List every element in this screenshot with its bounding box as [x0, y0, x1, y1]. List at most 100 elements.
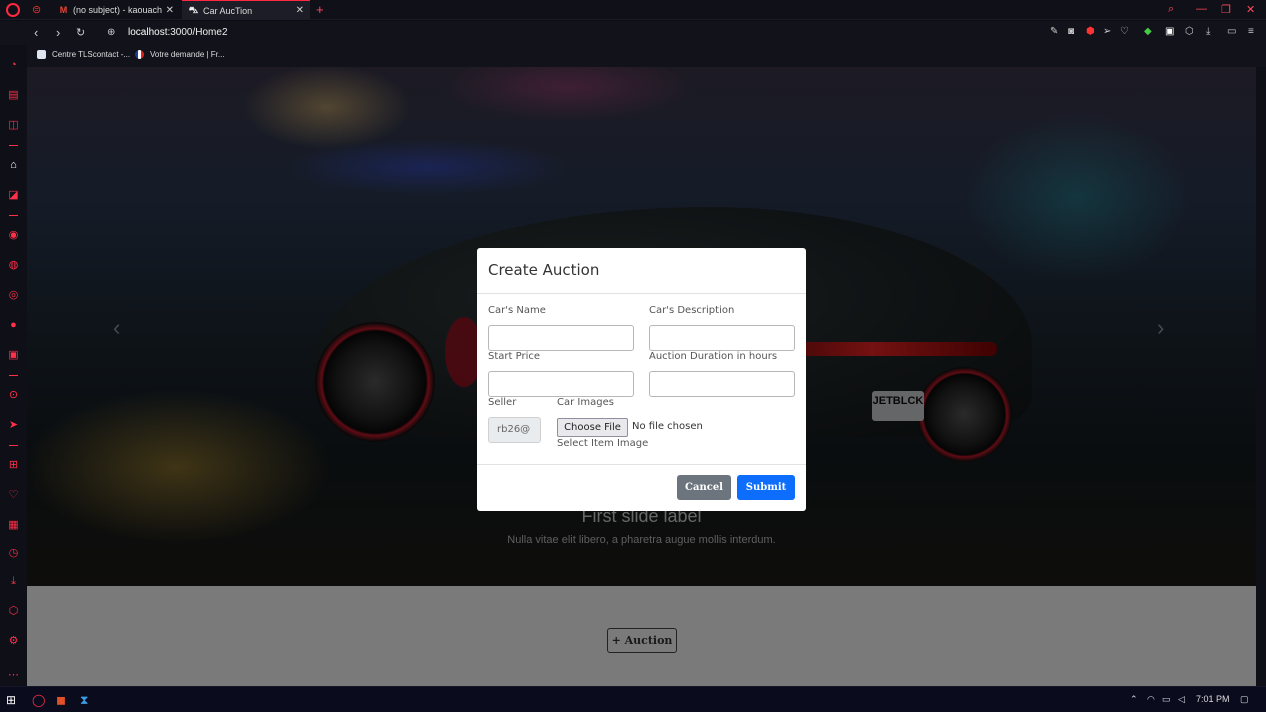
- file-status: No file chosen: [632, 421, 703, 432]
- reload-icon[interactable]: ↻: [76, 26, 85, 39]
- car-images-label: Car Images: [557, 397, 614, 408]
- bookmarks-bar: Centre TLScontact -... Votre demande | F…: [27, 45, 1266, 67]
- network-icon[interactable]: ◠: [1147, 694, 1155, 705]
- choose-file-button[interactable]: Choose File: [557, 418, 628, 437]
- shop-icon[interactable]: ▤: [7, 89, 20, 102]
- tab-title: Car AucTion: [203, 5, 253, 16]
- cube-icon[interactable]: ⬡: [1185, 26, 1194, 37]
- opera-logo-icon[interactable]: [6, 3, 20, 17]
- minimize-icon[interactable]: —: [1196, 3, 1207, 15]
- france-icon: [135, 50, 144, 59]
- car-icon: ⛍: [188, 5, 199, 15]
- car-name-label: Car's Name: [488, 305, 546, 316]
- battery-icon[interactable]: ▭: [1227, 26, 1236, 37]
- send-icon[interactable]: ➤: [7, 419, 20, 432]
- camera-icon[interactable]: ◙: [1068, 26, 1074, 37]
- tab-bar: ⊜ M (no subject) - kaouachimeh ✕ ⛍ Car A…: [0, 0, 1266, 20]
- twitter-icon[interactable]: ●: [7, 319, 20, 332]
- url-path: :3000/Home2: [167, 27, 228, 38]
- tlscontact-icon: [37, 50, 46, 59]
- send-icon[interactable]: ➢: [1103, 26, 1111, 37]
- modal-footer-divider: [477, 464, 806, 465]
- modal-header: Create Auction: [477, 248, 806, 294]
- sidebar-divider: [9, 145, 18, 146]
- image-hint: Select Item Image: [557, 438, 649, 449]
- tab-car-auction[interactable]: ⛍ Car AucTion ✕: [182, 0, 310, 20]
- close-window-icon[interactable]: ✕: [1246, 3, 1255, 16]
- heart-icon[interactable]: ♡: [1120, 26, 1129, 37]
- close-tab-icon[interactable]: ✕: [166, 5, 174, 16]
- extension-icon[interactable]: ◆: [1144, 26, 1152, 37]
- gx-gamepad-icon[interactable]: ⊜: [32, 3, 41, 16]
- seller-input[interactable]: rb26@: [488, 417, 541, 443]
- back-icon[interactable]: ‹: [34, 25, 38, 40]
- chat-icon[interactable]: ▣: [7, 349, 20, 362]
- windows-start-icon[interactable]: ⊞: [6, 693, 16, 707]
- restore-icon[interactable]: ❐: [1221, 3, 1231, 16]
- start-price-input[interactable]: [488, 371, 634, 397]
- start-price-label: Start Price: [488, 351, 541, 362]
- cube-icon[interactable]: ⬡: [7, 605, 20, 618]
- opera-taskbar-icon[interactable]: ◯: [32, 693, 45, 707]
- messenger-icon[interactable]: ◉: [7, 229, 20, 242]
- battery-tray-icon[interactable]: ▭: [1162, 694, 1171, 705]
- menu-icon[interactable]: ≡: [1248, 26, 1254, 37]
- new-tab-icon[interactable]: +: [316, 2, 324, 17]
- extension-box-icon[interactable]: ▣: [1165, 26, 1174, 37]
- bookmark-label: Votre demande | Fr...: [150, 50, 225, 59]
- discord-icon[interactable]: ◪: [7, 189, 20, 202]
- globe-icon[interactable]: ⊕: [107, 27, 115, 38]
- download-icon[interactable]: ⤓: [7, 575, 20, 588]
- url-host: localhost: [128, 27, 168, 38]
- instagram-icon[interactable]: ◎: [7, 289, 20, 302]
- search-tabs-icon[interactable]: ⌕: [1168, 3, 1174, 16]
- close-tab-icon[interactable]: ✕: [296, 5, 304, 16]
- vscode-icon[interactable]: ⧗: [80, 693, 88, 708]
- twitch-icon[interactable]: ◫: [7, 119, 20, 132]
- windows-taskbar: ⊞ ◯ ◼ ⧗ ⌃ ◠ ▭ ◁ 7:01 PM ▢: [0, 686, 1266, 712]
- modal-title: Create Auction: [488, 261, 600, 279]
- volume-icon[interactable]: ◁: [1178, 694, 1185, 705]
- screen: { "browser": { "tabs": [ {"title": "(no …: [0, 0, 1266, 712]
- seller-label: Seller: [488, 397, 517, 408]
- player-icon[interactable]: ⊙: [7, 389, 20, 402]
- duration-label: Auction Duration in hours: [649, 351, 778, 362]
- opera-sidebar: ◔ ▤ ◫ ⌂ ◪ ◉ ◍ ◎ ● ▣ ⊙ ➤ ⊞ ♡ ▦ ◷ ⤓ ⬡ ⚙ ⋯: [0, 45, 27, 686]
- notifications-icon[interactable]: ▢: [1240, 694, 1249, 705]
- powerpoint-icon[interactable]: ◼: [56, 693, 66, 707]
- cancel-button[interactable]: Cancel: [677, 475, 731, 500]
- sidebar-divider: [9, 375, 18, 376]
- history-icon[interactable]: ◷: [7, 547, 20, 560]
- car-description-label: Car's Description: [649, 305, 735, 316]
- duration-input[interactable]: [649, 371, 795, 397]
- submit-button[interactable]: Submit: [737, 475, 795, 500]
- scrollbar[interactable]: [1256, 67, 1266, 686]
- workspaces-icon[interactable]: ⊞: [7, 459, 20, 472]
- create-auction-modal: Create Auction Car's Name Car's Descript…: [477, 248, 806, 511]
- bookmark-tlscontact[interactable]: Centre TLScontact -...: [37, 50, 130, 59]
- sidebar-divider: [9, 445, 18, 446]
- sidebar-divider: [9, 215, 18, 216]
- more-icon[interactable]: ⋯: [7, 669, 20, 682]
- forward-icon[interactable]: ›: [56, 25, 60, 40]
- gmail-icon: M: [59, 4, 68, 15]
- bookmark-label: Centre TLScontact -...: [52, 50, 131, 59]
- heart-icon[interactable]: ♡: [7, 489, 20, 502]
- settings-icon[interactable]: ⚙: [7, 635, 20, 648]
- tray-chevron-icon[interactable]: ⌃: [1130, 694, 1138, 705]
- tab-gmail[interactable]: M (no subject) - kaouachimeh ✕: [52, 0, 180, 20]
- news-icon[interactable]: ▦: [7, 519, 20, 532]
- speed-dial-icon[interactable]: ◔: [7, 59, 20, 72]
- url-field[interactable]: localhost:3000/Home2: [128, 27, 228, 38]
- car-name-input[interactable]: [488, 325, 634, 351]
- tab-title: (no subject) - kaouachimeh: [73, 5, 162, 15]
- home-icon[interactable]: ⌂: [7, 159, 20, 172]
- whatsapp-icon[interactable]: ◍: [7, 259, 20, 272]
- download-icon[interactable]: ⤓: [1206, 26, 1210, 37]
- vpn-shield-icon[interactable]: ⬢: [1086, 26, 1095, 37]
- clock-time[interactable]: 7:01 PM: [1196, 694, 1230, 704]
- address-bar: ‹ › ↻ ⊕ localhost:3000/Home2 ✎ ◙ ⬢ ➢ ♡ ◆…: [0, 21, 1266, 45]
- bookmark-votre-demande[interactable]: Votre demande | Fr...: [135, 50, 225, 59]
- edit-icon[interactable]: ✎: [1050, 26, 1058, 37]
- car-description-input[interactable]: [649, 325, 795, 351]
